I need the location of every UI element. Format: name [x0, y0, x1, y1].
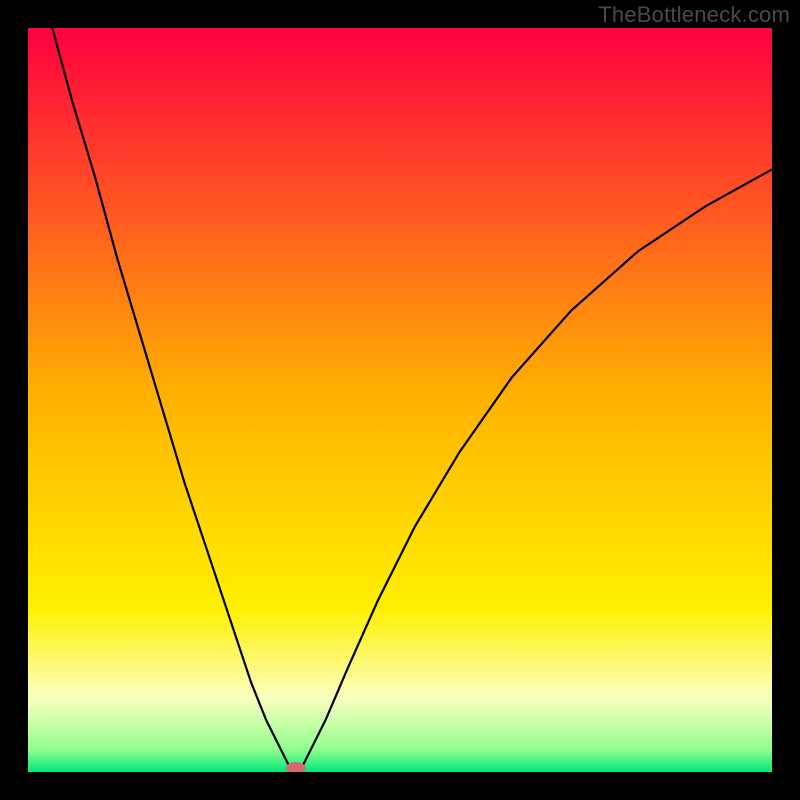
plot-area: [28, 28, 772, 772]
chart-svg: [28, 28, 772, 772]
attribution-label: TheBottleneck.com: [598, 2, 790, 28]
chart-container: TheBottleneck.com: [0, 0, 800, 800]
heatmap-background: [28, 28, 772, 772]
